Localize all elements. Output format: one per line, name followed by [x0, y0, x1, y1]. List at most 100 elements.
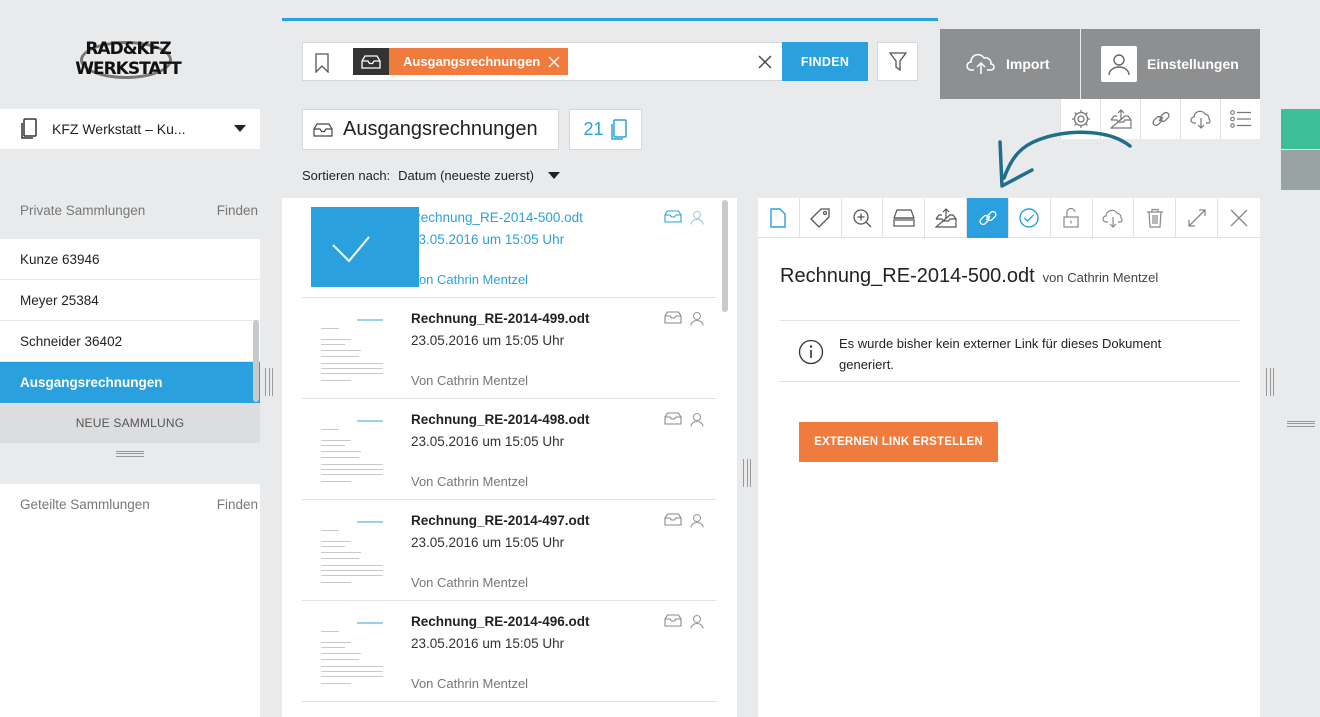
collection-item-meyer[interactable]: Meyer 25384: [0, 280, 260, 321]
unlock-icon[interactable]: [1051, 198, 1093, 238]
close-icon[interactable]: [1218, 198, 1260, 238]
private-collections-header: Private Sammlungen Finden: [0, 190, 260, 230]
link-icon[interactable]: [967, 198, 1009, 238]
document-date: 23.05.2016 um 15:05 Uhr: [411, 232, 565, 247]
collection-title: Ausgangsrechnungen: [343, 118, 538, 140]
bookmark-icon[interactable]: [315, 53, 329, 73]
trash-icon[interactable]: [1134, 198, 1177, 238]
document-meta-icons: [664, 210, 704, 225]
info-icon: [798, 339, 824, 365]
collection-item-schneider[interactable]: Schneider 36402: [0, 321, 260, 362]
link-icon[interactable]: [1140, 99, 1180, 139]
new-collection-button[interactable]: NEUE SAMMLUNG: [0, 403, 260, 443]
inbox-tray-icon: [664, 513, 682, 528]
import-label: Import: [1006, 56, 1050, 72]
detail-resize-handle-icon[interactable]: [1266, 368, 1274, 396]
inbox-tray-icon: [353, 48, 389, 75]
zoom-in-icon[interactable]: [842, 198, 884, 238]
shared-collections-title: Geteilte Sammlungen: [20, 496, 150, 512]
document-name[interactable]: Rechnung_RE-2014-498.odt: [411, 412, 590, 427]
document-list-item[interactable]: Rechnung_RE-2014-498.odt 23.05.2016 um 15…: [302, 400, 716, 500]
document-meta-icons: [664, 412, 704, 427]
detail-toolbar: [758, 198, 1260, 238]
document-author: Von Cathrin Mentzel: [411, 373, 529, 388]
user-icon: [690, 311, 704, 326]
sidebar-scrollbar[interactable]: [253, 320, 259, 402]
cloud-download-icon[interactable]: [1180, 99, 1220, 139]
collection-item-kunze[interactable]: Kunze 63946: [0, 239, 260, 280]
expand-icon[interactable]: [1176, 198, 1219, 238]
find-button[interactable]: FINDEN: [782, 42, 868, 81]
document-name[interactable]: Rechnung_RE-2014-500.odt: [411, 210, 583, 225]
private-find-link[interactable]: Finden: [217, 203, 260, 218]
sort-label: Sortieren nach:: [302, 168, 391, 183]
detail-author: von Cathrin Mentzel: [1042, 270, 1159, 285]
scanner-icon[interactable]: [883, 198, 926, 238]
side-tab-gray[interactable]: [1281, 150, 1320, 190]
cloud-download-icon[interactable]: [1093, 198, 1135, 238]
document-stack-icon: [610, 118, 627, 140]
document-meta-icons: [664, 614, 704, 629]
sort-value[interactable]: Datum (neueste zuerst): [398, 168, 534, 183]
collection-title-box: Ausgangsrechnungen: [302, 109, 559, 150]
list-resize-handle-icon[interactable]: [743, 459, 751, 487]
resize-handle-icon[interactable]: [116, 451, 144, 457]
shared-collections-header: Geteilte Sammlungen Finden: [0, 484, 260, 524]
detail-title: Rechnung_RE-2014-500.odt von Cathrin Men…: [780, 265, 1158, 288]
document-thumbnail[interactable]: [311, 510, 419, 590]
document-list-item[interactable]: Rechnung_RE-2014-500.odt 23.05.2016 um 15…: [302, 198, 716, 298]
document-list-item[interactable]: Rechnung_RE-2014-496.odt 23.05.2016 um 15…: [302, 602, 716, 702]
document-count-value: 21: [583, 119, 604, 139]
chevron-down-icon[interactable]: [234, 125, 246, 132]
tag-icon[interactable]: [800, 198, 842, 238]
collection-list: Kunze 63946 Meyer 25384 Schneider 36402 …: [0, 239, 260, 403]
inbox-tray-icon: [664, 614, 682, 629]
import-button[interactable]: Import: [940, 29, 1080, 99]
document-date: 23.05.2016 um 15:05 Uhr: [411, 434, 565, 449]
search-tag[interactable]: Ausgangsrechnungen: [353, 48, 569, 75]
progress-line: [282, 18, 938, 21]
filter-button[interactable]: [877, 42, 918, 81]
collection-item-ausgangsrechnungen[interactable]: Ausgangsrechnungen: [0, 362, 260, 403]
document-thumbnail[interactable]: [311, 611, 419, 691]
document-list-item[interactable]: Rechnung_RE-2014-497.odt 23.05.2016 um 15…: [302, 501, 716, 601]
user-icon: [690, 614, 704, 629]
document-name[interactable]: Rechnung_RE-2014-497.odt: [411, 513, 590, 528]
clock-check-icon[interactable]: [1009, 198, 1051, 238]
clear-search-icon[interactable]: [758, 55, 772, 69]
user-icon: [690, 210, 704, 225]
info-message-text: Es wurde bisher kein externer Link für d…: [839, 336, 1162, 372]
document-author: Von Cathrin Mentzel: [411, 272, 529, 287]
document-list-scrollbar[interactable]: [722, 200, 728, 312]
checkmark-icon: [332, 236, 370, 263]
create-external-link-button[interactable]: EXTERNEN LINK ERSTELLEN: [799, 422, 998, 462]
side-tab-green[interactable]: [1281, 109, 1320, 149]
workspace-selector[interactable]: KFZ Werkstatt – Ku...: [0, 109, 260, 149]
remove-tag-icon[interactable]: [548, 56, 560, 68]
list-view-icon[interactable]: [1220, 99, 1260, 139]
user-avatar-icon: [1101, 46, 1137, 82]
document-icon[interactable]: [758, 198, 800, 238]
document-list-item[interactable]: Rechnung_RE-2014-499.odt 23.05.2016 um 15…: [302, 299, 716, 399]
document-date: 23.05.2016 um 15:05 Uhr: [411, 636, 565, 651]
document-thumbnail[interactable]: [311, 308, 419, 388]
inbox-tray-icon: [664, 210, 682, 225]
user-icon: [690, 513, 704, 528]
document-thumbnail[interactable]: [311, 409, 419, 489]
search-tag-label: Ausgangsrechnungen: [403, 54, 541, 69]
document-name[interactable]: Rechnung_RE-2014-496.odt: [411, 614, 590, 629]
sidebar-resize-handle-icon[interactable]: [265, 368, 273, 396]
search-input[interactable]: Ausgangsrechnungen: [302, 42, 782, 81]
document-name[interactable]: Rechnung_RE-2014-499.odt: [411, 311, 590, 326]
chevron-down-icon[interactable]: [548, 172, 561, 179]
sort-control[interactable]: Sortieren nach: Datum (neueste zuerst): [302, 168, 561, 183]
settings-button[interactable]: Einstellungen: [1081, 29, 1260, 99]
side-resize-handle-icon[interactable]: [1287, 421, 1315, 427]
shared-find-link[interactable]: Finden: [217, 497, 260, 512]
private-collections-title: Private Sammlungen: [20, 202, 146, 218]
document-thumbnail[interactable]: [311, 207, 419, 287]
info-message: Es wurde bisher kein externer Link für d…: [780, 320, 1240, 382]
tray-upload-icon[interactable]: [925, 198, 968, 238]
filter-funnel-icon: [888, 51, 907, 71]
document-count: 21: [569, 109, 642, 150]
